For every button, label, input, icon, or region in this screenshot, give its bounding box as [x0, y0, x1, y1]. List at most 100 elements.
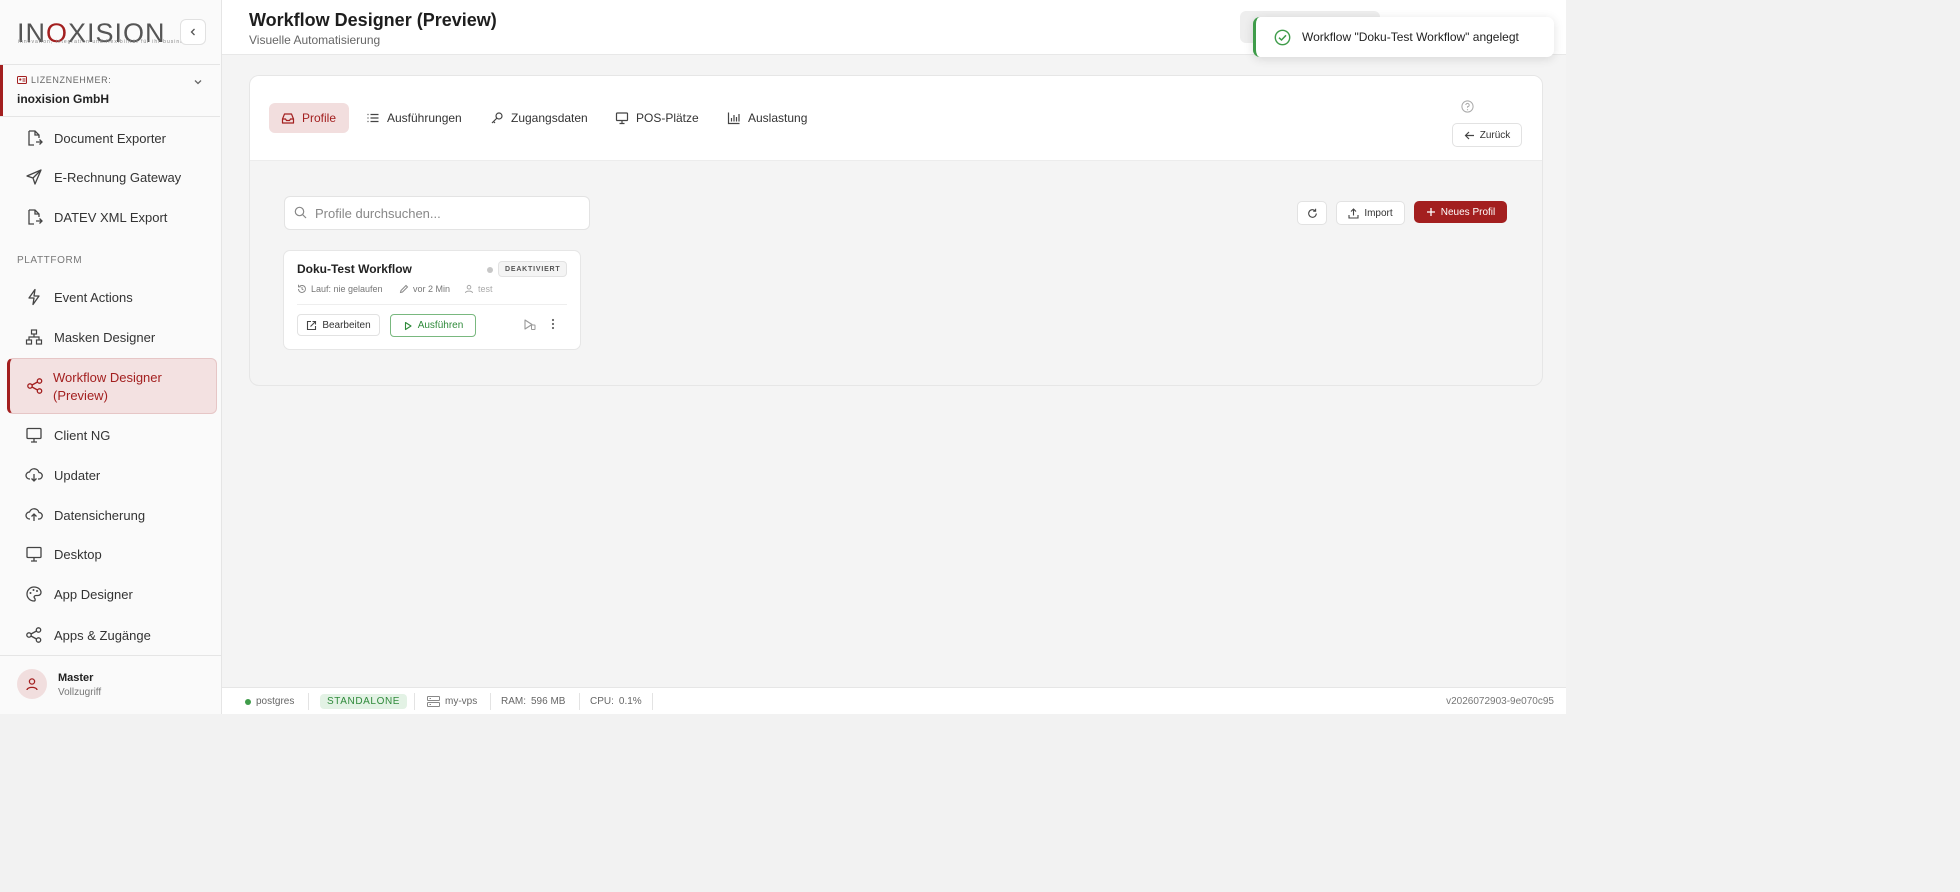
edited-meta: vor 2 Min: [399, 284, 450, 294]
sidebar-item-label: Apps & Zugänge: [54, 627, 151, 643]
sidebar-item-updater[interactable]: Updater: [0, 458, 221, 492]
status-separator: [308, 693, 309, 710]
version-label: v2026072903-9e070c95: [1446, 696, 1554, 707]
key-icon: [491, 112, 503, 124]
user-icon: [26, 678, 38, 691]
sidebar-item-label: Desktop: [54, 546, 102, 562]
run-button[interactable]: Ausführen: [390, 314, 476, 337]
sidebar-item-client-ng[interactable]: Client NG: [0, 418, 221, 452]
license-label-row: LIZENZNEHMER:: [17, 75, 111, 85]
send-icon: [26, 169, 42, 185]
section-label-plattform: PLATTFORM: [17, 255, 83, 266]
user-icon: [465, 284, 473, 294]
profile-title: Doku-Test Workflow: [297, 262, 412, 276]
page-subtitle: Visuelle Automatisierung: [249, 33, 381, 47]
monitor-icon: [615, 112, 629, 125]
ram-status: RAM: 596 MB: [501, 696, 566, 707]
toast-notification: Workflow "Doku-Test Workflow" angelegt: [1253, 17, 1554, 57]
tab-zugangsdaten[interactable]: Zugangsdaten: [490, 103, 588, 133]
tab-ausfuehrungen[interactable]: Ausführungen: [366, 103, 462, 133]
sidebar-item-apps-zugaenge[interactable]: Apps & Zugänge: [0, 618, 221, 652]
status-dot: [487, 267, 493, 273]
sidebar-item-label: Event Actions: [54, 289, 133, 305]
status-separator: [414, 693, 415, 710]
new-profile-button[interactable]: Neues Profil: [1414, 201, 1507, 223]
monitor-icon: [26, 427, 42, 443]
monitor-icon: [26, 546, 42, 562]
avatar: [17, 669, 47, 699]
edit-button[interactable]: Bearbeiten: [297, 314, 380, 336]
search-input[interactable]: [313, 197, 585, 229]
sidebar-item-app-designer[interactable]: App Designer: [0, 577, 221, 611]
db-status-dot: [245, 698, 251, 705]
file-export-icon: [28, 209, 43, 225]
share-icon: [26, 627, 42, 643]
db-status: postgres: [245, 688, 294, 715]
sidebar-item-label: Workflow Designer (Preview): [53, 370, 162, 403]
more-vertical-icon[interactable]: [546, 317, 560, 331]
sidebar-item-label: DATEV XML Export: [54, 209, 168, 225]
sidebar-item-label: E-Rechnung Gateway: [54, 169, 182, 185]
sidebar-item-document-exporter[interactable]: Document Exporter: [0, 121, 221, 155]
owner-meta: test: [464, 284, 493, 294]
sidebar-item-label: Masken Designer: [54, 329, 156, 345]
refresh-button[interactable]: [1297, 201, 1327, 225]
sidebar-item-e-rechnung-gateway[interactable]: E-Rechnung Gateway: [0, 160, 221, 194]
refresh-icon: [1307, 208, 1317, 218]
sidebar-item-datev-xml-export[interactable]: DATEV XML Export: [0, 200, 221, 234]
user-role: Vollzugriff: [58, 687, 102, 698]
back-button[interactable]: Zurück: [1452, 123, 1522, 147]
license-selector[interactable]: LIZENZNEHMER: inoxision GmbH: [0, 64, 220, 117]
list-icon: [367, 113, 379, 123]
play-icon: [404, 321, 412, 330]
sidebar-item-label: App Designer: [54, 586, 133, 602]
sidebar-item-label: Updater: [54, 467, 101, 483]
user-menu[interactable]: Master Vollzugriff: [0, 655, 221, 715]
card-divider: [297, 304, 567, 305]
backdrop-bottom: [0, 714, 1566, 892]
help-icon[interactable]: [1461, 100, 1474, 113]
status-separator: [490, 693, 491, 710]
tab-profile[interactable]: Profile: [269, 103, 350, 133]
tab-auslastung[interactable]: Auslastung: [727, 103, 807, 133]
sidebar-item-datensicherung[interactable]: Datensicherung: [0, 498, 221, 532]
sidebar-item-masken-designer[interactable]: Masken Designer: [0, 320, 221, 354]
inbox-icon: [281, 113, 295, 124]
logo-area: INOXISION innovation, integration und fl…: [0, 0, 221, 64]
hierarchy-icon: [25, 329, 43, 345]
cpu-status: CPU: 0.1%: [590, 696, 642, 707]
user-name: Master: [58, 672, 94, 684]
toast-message: Workflow "Doku-Test Workflow" angelegt: [1302, 30, 1519, 44]
license-label: LIZENZNEHMER:: [31, 75, 112, 85]
share-icon: [27, 378, 43, 394]
sidebar-item-desktop[interactable]: Desktop: [0, 537, 221, 571]
mode-badge: STANDALONE: [320, 694, 408, 709]
sidebar-item-event-actions[interactable]: Event Actions: [0, 280, 221, 314]
last-run-meta: Lauf: nie gelaufen: [297, 284, 383, 294]
pencil-icon: [399, 284, 409, 294]
status-bar: postgres STANDALONE my-vps RAM: 596 MB C…: [222, 687, 1566, 715]
arrow-left-icon: [1464, 131, 1474, 139]
import-button[interactable]: Import: [1336, 201, 1405, 225]
id-card-icon: [17, 76, 27, 84]
sidebar-item-workflow-designer[interactable]: Workflow Designer (Preview): [7, 358, 217, 414]
license-accent-bar: [0, 65, 3, 116]
license-value: inoxision GmbH: [17, 92, 110, 106]
cloud-upload-icon: [25, 508, 43, 521]
sidebar-item-label: Datensicherung: [54, 507, 146, 523]
chevron-down-icon: [194, 80, 202, 85]
sidebar-collapse-button[interactable]: [180, 19, 206, 45]
search-field[interactable]: [284, 196, 590, 230]
palette-icon: [26, 586, 42, 602]
sidebar: INOXISION innovation, integration und fl…: [0, 0, 222, 714]
external-edit-icon: [307, 320, 317, 330]
toggle-activate-icon[interactable]: [523, 318, 536, 331]
profile-card[interactable]: Doku-Test Workflow DEAKTIVIERT Lauf: nie…: [283, 250, 581, 350]
profiles-panel: Profile Ausführungen Zugangsdaten POS-Pl…: [249, 75, 1543, 386]
tab-bar: Profile Ausführungen Zugangsdaten POS-Pl…: [250, 76, 1542, 161]
plus-icon: [1426, 208, 1435, 216]
chevron-left-icon: [190, 28, 195, 36]
history-icon: [298, 284, 306, 293]
sidebar-item-label: Document Exporter: [54, 130, 166, 146]
tab-pos-plaetze[interactable]: POS-Plätze: [615, 103, 699, 133]
